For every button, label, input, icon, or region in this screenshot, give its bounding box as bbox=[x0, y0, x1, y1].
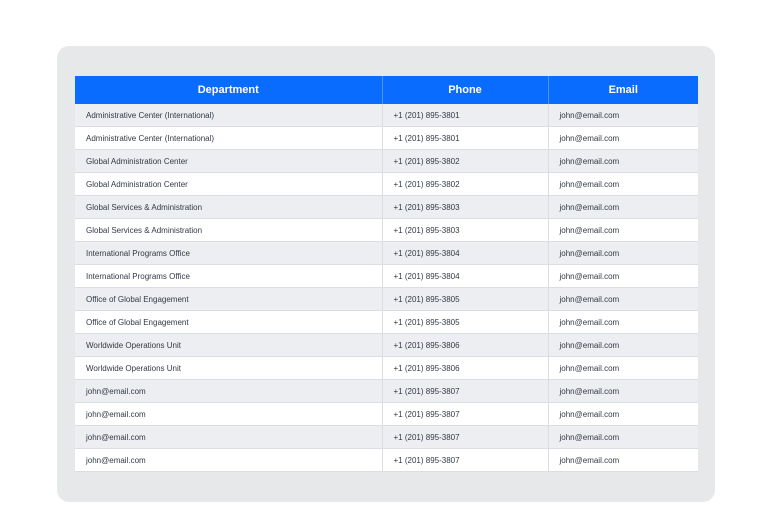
table-row[interactable]: Worldwide Operations Unit +1 (201) 895-38… bbox=[75, 356, 698, 380]
column-header-department[interactable]: Department bbox=[75, 76, 383, 104]
cell-email: john@email.com bbox=[548, 379, 698, 403]
table-row[interactable]: Global Administration Center +1 (201) 895… bbox=[75, 149, 698, 173]
table-row[interactable]: International Programs Office +1 (201) 89… bbox=[75, 241, 698, 265]
cell-phone: +1 (201) 895-3805 bbox=[382, 310, 549, 334]
cell-phone: +1 (201) 895-3807 bbox=[382, 379, 549, 403]
cell-phone: +1 (201) 895-3801 bbox=[382, 126, 549, 150]
cell-department: john@email.com bbox=[75, 425, 383, 449]
table-row[interactable]: john@email.com +1 (201) 895-3807 john@emai… bbox=[75, 402, 698, 426]
cell-phone: +1 (201) 895-3803 bbox=[382, 218, 549, 242]
cell-email: john@email.com bbox=[548, 402, 698, 426]
cell-email: john@email.com bbox=[548, 287, 698, 311]
cell-department: Global Administration Center bbox=[75, 149, 383, 173]
cell-email: john@email.com bbox=[548, 241, 698, 265]
cell-email: john@email.com bbox=[548, 218, 698, 242]
table-row[interactable]: Worldwide Operations Unit +1 (201) 895-38… bbox=[75, 333, 698, 357]
cell-email: john@email.com bbox=[548, 172, 698, 196]
table-row[interactable]: john@email.com +1 (201) 895-3807 john@emai… bbox=[75, 379, 698, 403]
header-row: Department Phone Email bbox=[75, 76, 698, 104]
cell-phone: +1 (201) 895-3806 bbox=[382, 333, 549, 357]
cell-phone: +1 (201) 895-3802 bbox=[382, 172, 549, 196]
cell-department: International Programs Office bbox=[75, 264, 383, 288]
cell-email: john@email.com bbox=[548, 333, 698, 357]
cell-department: Worldwide Operations Unit bbox=[75, 356, 383, 380]
cell-phone: +1 (201) 895-3803 bbox=[382, 195, 549, 219]
table-row[interactable]: Office of Global Engagement +1 (201) 895-… bbox=[75, 310, 698, 334]
table-row[interactable]: International Programs Office +1 (201) 89… bbox=[75, 264, 698, 288]
table-row[interactable]: john@email.com +1 (201) 895-3807 john@emai… bbox=[75, 448, 698, 472]
table-body: Administrative Center (International) +1 … bbox=[75, 104, 698, 472]
cell-phone: +1 (201) 895-3804 bbox=[382, 241, 549, 265]
table-row[interactable]: john@email.com +1 (201) 895-3807 john@emai… bbox=[75, 425, 698, 449]
cell-department: International Programs Office bbox=[75, 241, 383, 265]
table-row[interactable]: Global Services & Administration +1 (201)… bbox=[75, 218, 698, 242]
table-row[interactable]: Global Administration Center +1 (201) 895… bbox=[75, 172, 698, 196]
cell-department: Office of Global Engagement bbox=[75, 287, 383, 311]
cell-department: john@email.com bbox=[75, 402, 383, 426]
cell-email: john@email.com bbox=[548, 425, 698, 449]
cell-phone: +1 (201) 895-3801 bbox=[382, 104, 549, 127]
directory-card: Department Phone Email Administrative Ce… bbox=[57, 46, 715, 502]
table-row[interactable]: Administrative Center (International) +1 … bbox=[75, 126, 698, 150]
cell-department: Administrative Center (International) bbox=[75, 126, 383, 150]
cell-email: john@email.com bbox=[548, 356, 698, 380]
cell-email: john@email.com bbox=[548, 310, 698, 334]
cell-email: john@email.com bbox=[548, 195, 698, 219]
cell-department: Office of Global Engagement bbox=[75, 310, 383, 334]
cell-department: john@email.com bbox=[75, 448, 383, 472]
cell-department: Global Administration Center bbox=[75, 172, 383, 196]
cell-phone: +1 (201) 895-3805 bbox=[382, 287, 549, 311]
cell-phone: +1 (201) 895-3804 bbox=[382, 264, 549, 288]
cell-phone: +1 (201) 895-3807 bbox=[382, 402, 549, 426]
cell-phone: +1 (201) 895-3802 bbox=[382, 149, 549, 173]
cell-department: Global Services & Administration bbox=[75, 195, 383, 219]
column-header-email[interactable]: Email bbox=[548, 76, 698, 104]
cell-phone: +1 (201) 895-3807 bbox=[382, 425, 549, 449]
cell-department: Administrative Center (International) bbox=[75, 104, 383, 127]
cell-department: john@email.com bbox=[75, 379, 383, 403]
directory-table: Department Phone Email Administrative Ce… bbox=[75, 76, 698, 472]
table-row[interactable]: Office of Global Engagement +1 (201) 895-… bbox=[75, 287, 698, 311]
cell-email: john@email.com bbox=[548, 126, 698, 150]
cell-email: john@email.com bbox=[548, 264, 698, 288]
column-header-phone[interactable]: Phone bbox=[382, 76, 549, 104]
cell-department: Global Services & Administration bbox=[75, 218, 383, 242]
cell-email: john@email.com bbox=[548, 448, 698, 472]
cell-phone: +1 (201) 895-3807 bbox=[382, 448, 549, 472]
cell-phone: +1 (201) 895-3806 bbox=[382, 356, 549, 380]
cell-email: john@email.com bbox=[548, 149, 698, 173]
table-header: Department Phone Email bbox=[75, 76, 698, 104]
table-row[interactable]: Global Services & Administration +1 (201)… bbox=[75, 195, 698, 219]
cell-department: Worldwide Operations Unit bbox=[75, 333, 383, 357]
cell-email: john@email.com bbox=[548, 104, 698, 127]
table-row[interactable]: Administrative Center (International) +1 … bbox=[75, 104, 698, 127]
